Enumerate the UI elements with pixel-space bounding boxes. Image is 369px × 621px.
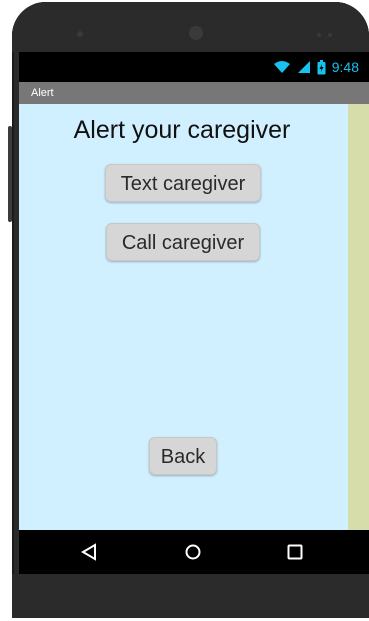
- signal-icon: [297, 61, 310, 73]
- battery-icon: [317, 59, 326, 74]
- action-bar: Alert: [19, 82, 369, 104]
- app-screen: Alert your caregiver Text caregiver Call…: [19, 104, 348, 530]
- wifi-icon: [273, 61, 290, 73]
- front-sensor: [77, 31, 83, 37]
- front-camera: [189, 26, 203, 40]
- text-caregiver-button[interactable]: Text caregiver: [105, 164, 261, 202]
- back-nav-icon[interactable]: [79, 542, 99, 562]
- navigation-bar: [19, 530, 369, 574]
- top-bezel: [12, 2, 369, 52]
- proximity-sensor: [328, 33, 332, 37]
- bottom-bezel: [12, 574, 369, 618]
- action-bar-title: Alert: [31, 87, 54, 99]
- home-nav-icon[interactable]: [183, 542, 203, 562]
- call-caregiver-button[interactable]: Call caregiver: [106, 223, 260, 261]
- recents-nav-icon[interactable]: [285, 542, 305, 562]
- earpiece-sensor: [317, 33, 321, 37]
- back-button[interactable]: Back: [149, 437, 217, 475]
- status-icons: 9:48: [273, 58, 359, 76]
- side-button: [8, 126, 12, 222]
- status-bar: 9:48: [19, 52, 369, 82]
- right-side-strip: [348, 104, 369, 530]
- page-title: Alert your caregiver: [73, 116, 291, 144]
- status-time: 9:48: [331, 59, 359, 75]
